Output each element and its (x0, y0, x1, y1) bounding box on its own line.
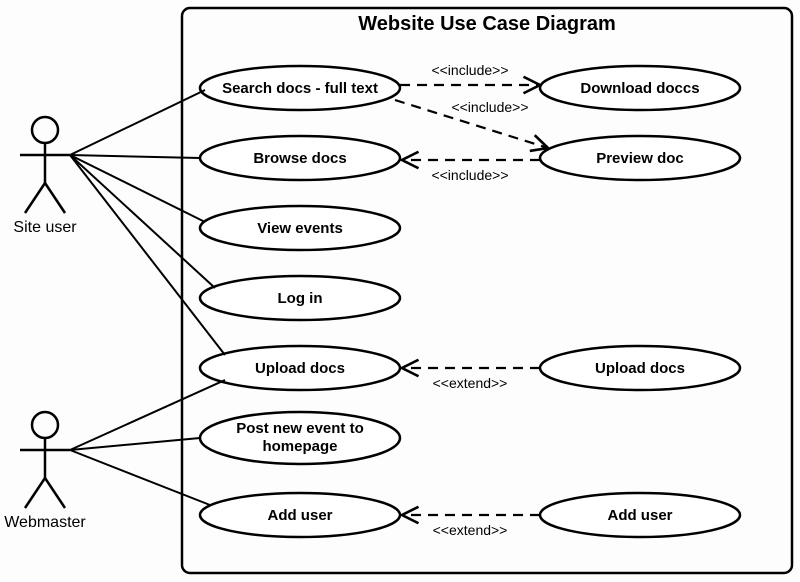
usecase-add-user-right: Add user (540, 493, 740, 537)
usecase-download-label: Download doccs (580, 80, 699, 97)
usecase-browse-label: Browse docs (253, 150, 346, 167)
usecase-post-event-label-1: Post new event to (236, 420, 364, 437)
usecase-log-in-label: Log in (278, 290, 323, 307)
actor-webmaster (20, 412, 70, 508)
dependencies (395, 85, 548, 515)
usecase-search-label: Search docs - full text (222, 80, 378, 97)
stereo-include-3: <<include>> (431, 167, 508, 183)
stereo-extend-2: <<extend>> (433, 522, 508, 538)
usecase-post-event-label-2: homepage (262, 438, 337, 455)
stereo-extend-1: <<extend>> (433, 375, 508, 391)
usecase-log-in: Log in (200, 276, 400, 320)
usecase-add-user-left: Add user (200, 493, 400, 537)
use-case-diagram: Website Use Case Diagram Site user Webma… (0, 0, 800, 582)
actor-webmaster-label: Webmaster (4, 514, 86, 531)
usecase-search: Search docs - full text (200, 66, 400, 110)
usecase-view-events: View events (200, 206, 400, 250)
usecase-upload-right-label: Upload docs (595, 360, 685, 377)
usecase-download: Download doccs (540, 66, 740, 110)
actor-site-user (20, 117, 70, 213)
usecase-view-events-label: View events (257, 220, 343, 237)
usecase-upload-left: Upload docs (200, 346, 400, 390)
usecase-browse: Browse docs (200, 136, 400, 180)
actor-site-user-label: Site user (13, 219, 77, 236)
usecase-post-event: Post new event to homepage (200, 412, 400, 464)
diagram-title: Website Use Case Diagram (358, 13, 616, 35)
stereo-include-1: <<include>> (431, 62, 508, 78)
stereo-include-2: <<include>> (451, 99, 528, 115)
usecase-preview-label: Preview doc (596, 150, 684, 167)
usecase-preview: Preview doc (540, 136, 740, 180)
usecase-add-user-left-label: Add user (267, 507, 332, 524)
usecase-add-user-right-label: Add user (607, 507, 672, 524)
usecase-upload-right: Upload docs (540, 346, 740, 390)
usecase-upload-left-label: Upload docs (255, 360, 345, 377)
